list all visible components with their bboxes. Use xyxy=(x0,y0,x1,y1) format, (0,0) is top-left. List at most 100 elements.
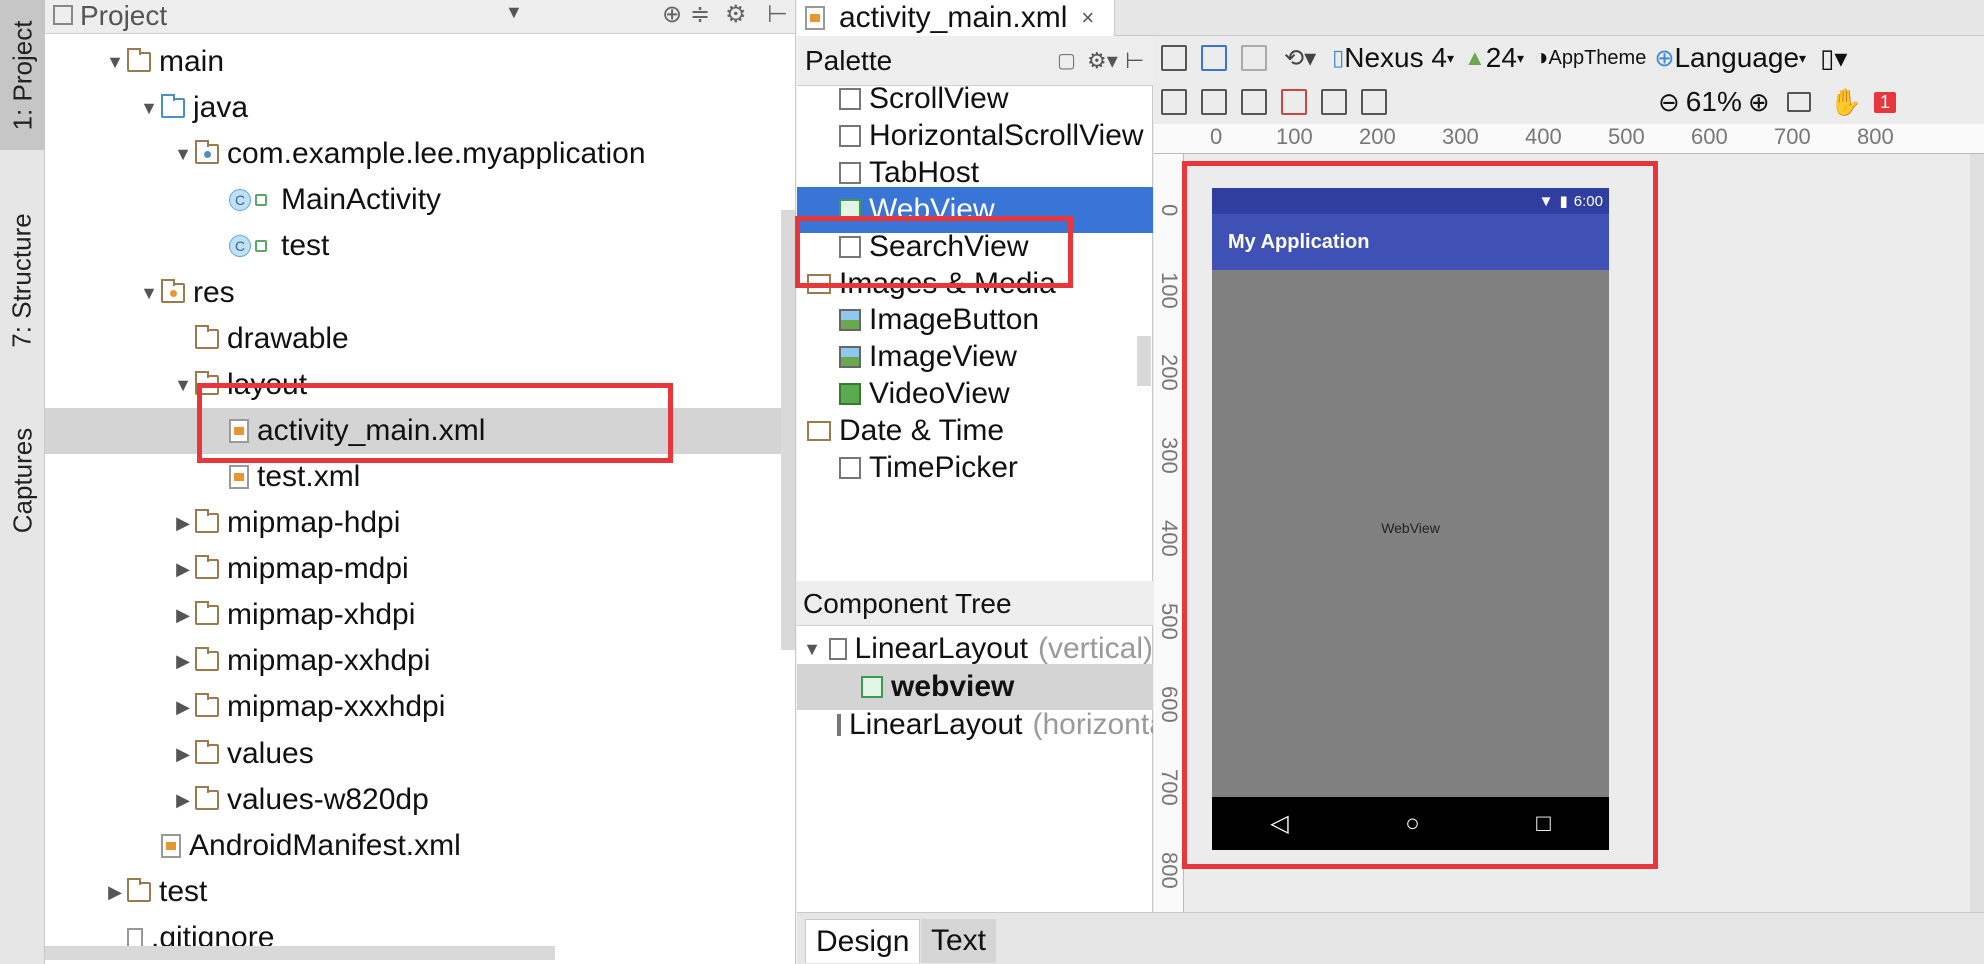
lock-icon xyxy=(255,194,267,206)
tree-item[interactable]: AndroidManifest.xml xyxy=(45,823,795,869)
widget-icon xyxy=(839,162,861,184)
device-selector[interactable]: Nexus 4 xyxy=(1344,42,1447,74)
hide-panel-icon[interactable]: ⊢ xyxy=(1125,36,1144,86)
chevron-down-icon[interactable]: ▼ xyxy=(803,639,821,660)
orientation-icon[interactable]: ⟲▾ xyxy=(1284,44,1316,73)
package-icon xyxy=(195,140,219,164)
chevron-right-icon[interactable]: ▶ xyxy=(171,744,195,765)
project-hscrollbar[interactable] xyxy=(45,946,555,960)
tree-item[interactable]: ▶ mipmap-xhdpi xyxy=(45,592,795,638)
tree-item[interactable]: ▶ test xyxy=(45,869,795,915)
chevron-down-icon[interactable]: ▼ xyxy=(137,283,161,304)
folder-icon xyxy=(161,94,185,118)
tree-item[interactable]: ▶ mipmap-xxhdpi xyxy=(45,638,795,684)
chevron-down-icon[interactable]: ▼ xyxy=(505,2,523,23)
class-icon: C xyxy=(229,189,251,211)
both-mode-icon[interactable] xyxy=(1241,45,1267,71)
tree-item[interactable]: ▶ values xyxy=(45,731,795,777)
collapse-all-icon[interactable]: ≑ xyxy=(690,0,710,29)
chevron-down-icon[interactable]: ▼ xyxy=(137,98,161,119)
widget-icon xyxy=(839,88,861,110)
zoom-fit-icon[interactable] xyxy=(1786,92,1811,112)
fit-height-icon[interactable] xyxy=(1361,89,1387,115)
chevron-down-icon[interactable]: ▼ xyxy=(103,52,127,73)
chevron-right-icon[interactable]: ▶ xyxy=(171,697,195,718)
tab-text[interactable]: Text xyxy=(921,919,997,963)
zoom-in-icon[interactable]: ⊕ xyxy=(1748,87,1770,118)
chevron-right-icon[interactable]: ▶ xyxy=(171,605,195,626)
gear-icon[interactable]: ⚙ xyxy=(725,0,747,29)
component-tree-label: webview xyxy=(891,670,1015,703)
warnings-badge[interactable]: 1 xyxy=(1874,91,1897,113)
clear-constraints-icon[interactable] xyxy=(1281,89,1307,115)
sum-icon[interactable] xyxy=(1241,89,1267,115)
locate-icon[interactable]: ⊕ xyxy=(662,0,682,29)
ruler-tick: 800 xyxy=(1857,124,1894,149)
list-icon[interactable] xyxy=(1161,89,1187,115)
palette-list: ScrollView HorizontalScrollView TabHost Web… xyxy=(797,86,1153,581)
file-icon xyxy=(127,928,143,948)
tree-item[interactable]: ▶ mipmap-xxxhdpi xyxy=(45,684,795,730)
widget-icon xyxy=(839,125,861,147)
chevron-right-icon[interactable]: ▶ xyxy=(103,882,127,903)
tree-item[interactable]: Ctest xyxy=(45,223,795,269)
chevron-right-icon[interactable]: ▶ xyxy=(171,559,195,580)
blueprint-mode-icon[interactable] xyxy=(1201,45,1227,71)
editor-tab-activity-main[interactable]: activity_main.xml × xyxy=(797,0,1115,36)
project-panel: Project ▼ ⊕ ≑ ⚙ ⊢ ▼ main ▼ java ▼ com.example… xyxy=(45,0,796,964)
tree-item-label: AndroidManifest.xml xyxy=(189,829,461,862)
design-mode-icon[interactable] xyxy=(1161,45,1187,71)
ruler-tick: 800 xyxy=(1157,852,1182,889)
device-layout-icon[interactable]: ▯▾ xyxy=(1820,43,1847,74)
tree-item-label: drawable xyxy=(227,322,349,355)
tree-item[interactable]: drawable xyxy=(45,316,795,362)
chevron-right-icon[interactable]: ▶ xyxy=(171,790,195,811)
canvas-scrollbar[interactable] xyxy=(1970,154,1984,912)
language-selector[interactable]: Language xyxy=(1674,42,1799,74)
tree-item-label: mipmap-xhdpi xyxy=(227,598,416,631)
chevron-down-icon[interactable]: ▼ xyxy=(171,144,195,165)
tab-structure[interactable]: 7: Structure xyxy=(0,180,45,380)
xml-file-icon xyxy=(805,6,825,30)
hide-panel-icon[interactable]: ⊢ xyxy=(767,0,788,29)
ruler-left: 0 100 200 300 400 500 600 700 800 xyxy=(1154,154,1184,912)
ruler-tick: 400 xyxy=(1157,520,1182,557)
tab-captures-label: Captures xyxy=(7,427,37,533)
tree-item[interactable]: ▼ java xyxy=(45,85,795,131)
fit-width-icon[interactable] xyxy=(1321,89,1347,115)
tab-project-label: 1: Project xyxy=(7,20,38,130)
tree-item-label: MainActivity xyxy=(281,183,442,216)
api-selector[interactable]: 24 xyxy=(1486,42,1517,74)
theme-selector[interactable]: AppTheme xyxy=(1548,47,1646,70)
zoom-out-icon[interactable]: ⊖ xyxy=(1658,87,1680,118)
baseline-icon[interactable] xyxy=(1201,89,1227,115)
project-scrollbar[interactable] xyxy=(781,210,795,650)
chevron-down-icon[interactable]: ▼ xyxy=(171,375,195,396)
tree-item[interactable]: C MainActivity xyxy=(45,177,795,223)
chevron-right-icon[interactable]: ▶ xyxy=(171,513,195,534)
tree-item[interactable]: ▶ mipmap-hdpi xyxy=(45,500,795,546)
component-tree-item[interactable]: LinearLayout (horizontal) xyxy=(797,702,1153,748)
tree-item[interactable]: ▶ mipmap-mdpi xyxy=(45,546,795,592)
tab-design[interactable]: Design xyxy=(805,919,921,963)
tree-item[interactable]: ▼ com.example.lee.myapplication xyxy=(45,131,795,177)
editor-bottom-tabs: Design Text xyxy=(797,912,1984,964)
ruler-tick: 100 xyxy=(1157,272,1182,309)
ruler-tick: 200 xyxy=(1157,354,1182,391)
chevron-right-icon[interactable]: ▶ xyxy=(171,651,195,672)
project-title[interactable]: Project xyxy=(80,0,167,32)
palette-view-icon[interactable]: ▢ xyxy=(1057,36,1076,86)
widget-icon xyxy=(839,383,861,405)
gear-icon[interactable]: ⚙▾ xyxy=(1087,36,1118,86)
theme-icon: ◑ xyxy=(1533,44,1549,71)
pan-hand-icon[interactable]: ✋ xyxy=(1830,87,1862,118)
palette-item[interactable]: TimePicker xyxy=(797,445,1153,491)
tree-item[interactable]: ▼ res xyxy=(45,270,795,316)
tab-project[interactable]: 1: Project xyxy=(0,0,45,150)
folder-icon xyxy=(195,786,219,810)
close-icon[interactable]: × xyxy=(1081,5,1094,31)
tree-item[interactable]: ▼ main xyxy=(45,39,795,85)
tab-captures[interactable]: Captures xyxy=(0,405,45,555)
palette-scrollbar[interactable] xyxy=(1137,336,1151,386)
tree-item[interactable]: ▶ values-w820dp xyxy=(45,777,795,823)
